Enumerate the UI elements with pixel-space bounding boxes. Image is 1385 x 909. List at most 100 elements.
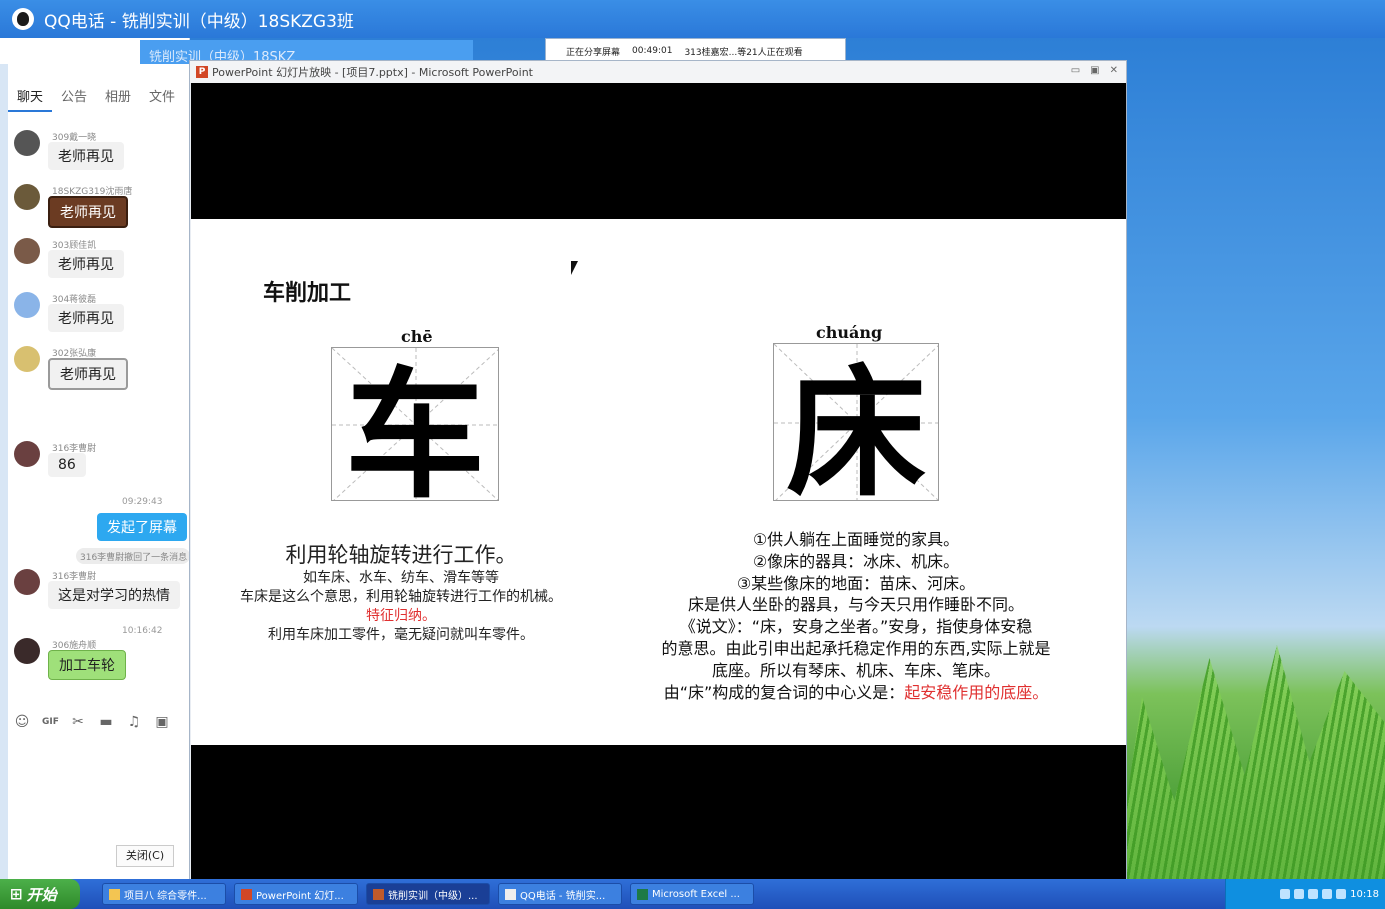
windows-flag-icon: ⊞	[10, 885, 23, 903]
tab-announcement[interactable]: 公告	[52, 80, 96, 112]
window-controls: ▭ ▣ ✕	[1071, 65, 1118, 76]
conclusion-prefix: 由“床”构成的复合词的中心义是：	[663, 682, 905, 702]
share-duration: 00:49:01	[632, 46, 673, 56]
avatar[interactable]	[14, 441, 40, 467]
avatar[interactable]	[14, 346, 40, 372]
che-line-red: 特征归纳。	[366, 608, 436, 624]
message-bubble[interactable]: 加工车轮	[48, 650, 126, 680]
ppt-titlebar: P PowerPoint 幻灯片放映 - [项目7.pptx] - Micros…	[190, 61, 1126, 83]
minimize-icon[interactable]: ▭	[1071, 65, 1080, 76]
message-bubble[interactable]: 86	[48, 453, 86, 477]
che-line: 利用车床加工零件，毫无疑问就叫车零件。	[268, 627, 534, 643]
taskbar-app-icon	[241, 888, 252, 900]
maximize-icon[interactable]: ▣	[1090, 65, 1099, 76]
recall-notice: 316李曹尉撤回了一条消息	[76, 548, 190, 564]
start-label: 开始	[26, 885, 57, 904]
chuang-line: 床是供人坐卧的器具，与今天只用作睡卧不同。	[687, 595, 1024, 615]
message-timestamp: 10:16:42	[122, 626, 163, 636]
chuang-line: ③某些像床的地面：苗床、河床。	[736, 573, 976, 593]
chat-toolbar: ☺ GIF ✂ ▬ ♫ ▣	[14, 714, 170, 730]
chuang-line: 底座。所以有琴床、机床、车床、笔床。	[711, 660, 1000, 680]
che-line: 车床是这么个意思，利用轮轴旋转进行工作的机械。	[240, 589, 562, 605]
chuang-line-conclusion: 由“床”构成的复合词的中心义是：起安稳作用的底座。	[611, 682, 1101, 704]
che-heading: 利用轮轴旋转进行工作。	[285, 543, 517, 567]
taskbar-item[interactable]: PowerPoint 幻灯...	[234, 883, 358, 905]
avatar[interactable]	[14, 638, 40, 664]
slideshow-area[interactable]: 车削加工 chē 车 chuáng 床 利用轮轴旋转进行工作。 如车床、水车、纺…	[191, 83, 1126, 880]
right-explanation: ①供人躺在上面睡觉的家具。 ②像床的器具：冰床、机床。 ③某些像床的地面：苗床、…	[611, 529, 1101, 703]
message-bubble[interactable]: 老师再见	[48, 250, 124, 278]
taskbar-app-icon	[373, 888, 384, 900]
tab-chat[interactable]: 聊天	[8, 80, 53, 112]
clock: 10:18	[1350, 888, 1379, 900]
pinyin-che: chē	[401, 327, 433, 346]
image-icon[interactable]: ▣	[154, 714, 170, 730]
taskbar-app-icon	[109, 888, 120, 900]
message-timestamp: 09:29:43	[122, 497, 163, 507]
message-bubble[interactable]: 老师再见	[48, 304, 124, 332]
close-icon[interactable]: ✕	[1110, 65, 1118, 76]
avatar[interactable]	[14, 569, 40, 595]
share-viewers[interactable]: 313桂嘉宏...等21人正在观看	[684, 45, 802, 58]
chuang-line: ②像床的器具：冰床、机床。	[752, 551, 960, 571]
left-explanation: 利用轮轴旋转进行工作。 如车床、水车、纺车、滑车等等 车床是这么个意思，利用轮轴…	[221, 541, 581, 645]
chuang-line: 的意思。由此引申出起承托稳定作用的东西,实际上就是	[661, 638, 1051, 658]
chat-tabs: 聊天 公告 相册 文件	[8, 80, 190, 112]
chuang-line: ①供人躺在上面睡觉的家具。	[752, 530, 960, 549]
system-tray: 10:18	[1225, 879, 1385, 909]
gif-icon[interactable]: GIF	[42, 714, 59, 730]
grass-decoration	[1115, 645, 1385, 879]
folder-icon[interactable]: ▬	[98, 714, 114, 730]
qq-penguin-icon	[12, 8, 34, 30]
conclusion-red: 起安稳作用的底座。	[904, 682, 1049, 702]
window-title: QQ电话 - 铣削实训（中级）18SKZG3班	[44, 11, 354, 32]
my-message-bubble[interactable]: 发起了屏幕	[97, 513, 187, 541]
avatar[interactable]	[14, 238, 40, 264]
taskbar-item-label: Microsoft Excel ...	[652, 888, 740, 900]
tab-files[interactable]: 文件	[140, 80, 184, 112]
char-box-che: 车	[331, 347, 499, 501]
taskbar-item[interactable]: QQ电话 - 铣削实...	[498, 883, 622, 905]
taskbar-item[interactable]: 铣削实训（中级）...	[366, 883, 490, 905]
message-bubble[interactable]: 老师再见	[48, 196, 128, 228]
chat-leftbar	[0, 64, 8, 879]
close-button[interactable]: 关闭(C)	[116, 845, 174, 867]
taskbar-app-icon	[505, 888, 516, 900]
tab-album[interactable]: 相册	[96, 80, 140, 112]
taskbar: ⊞ 开始 项目八 综合零件... PowerPoint 幻灯... 铣削实训（中级）…	[0, 879, 1385, 909]
music-icon[interactable]: ♫	[126, 714, 142, 730]
chuang-line: 《说文》：“床，安身之坐者。”安身，指使身体安稳	[679, 617, 1033, 637]
message-bubble[interactable]: 老师再见	[48, 142, 124, 170]
taskbar-app-icon	[637, 888, 648, 900]
share-status: 正在分享屏幕	[566, 47, 621, 58]
taskbar-item[interactable]: 项目八 综合零件...	[102, 883, 226, 905]
start-button[interactable]: ⊞ 开始	[0, 879, 80, 909]
avatar[interactable]	[14, 130, 40, 156]
keyboard-icon[interactable]	[1280, 889, 1291, 899]
slide-title: 车削加工	[263, 281, 352, 306]
avatar[interactable]	[14, 184, 40, 210]
ppt-window-title: PowerPoint 幻灯片放映 - [项目7.pptx] - Microsof…	[212, 66, 533, 79]
emoji-icon[interactable]: ☺	[14, 714, 30, 730]
taskbar-item-label: 铣削实训（中级）...	[388, 890, 478, 902]
char-chuang: 床	[785, 352, 926, 501]
powerpoint-icon: P	[196, 66, 208, 78]
taskbar-item[interactable]: Microsoft Excel ...	[630, 883, 754, 905]
message-bubble[interactable]: 老师再见	[48, 358, 128, 390]
network-icon[interactable]	[1308, 889, 1319, 899]
che-line: 如车床、水车、纺车、滑车等等	[303, 570, 499, 586]
security-icon[interactable]	[1336, 889, 1347, 899]
message-bubble[interactable]: 这是对学习的热情	[48, 581, 180, 609]
avatar[interactable]	[14, 292, 40, 318]
taskbar-item-label: QQ电话 - 铣削实...	[520, 890, 606, 902]
taskbar-item-label: PowerPoint 幻灯...	[256, 890, 344, 902]
char-che: 车	[344, 354, 485, 501]
scissors-icon[interactable]: ✂	[70, 714, 86, 730]
powerpoint-window: P PowerPoint 幻灯片放映 - [项目7.pptx] - Micros…	[189, 60, 1127, 880]
qq-tray-icon[interactable]	[1322, 889, 1333, 899]
battery-icon[interactable]	[1294, 889, 1305, 899]
qq-titlebar: QQ电话 - 铣削实训（中级）18SKZG3班	[0, 0, 1385, 38]
taskbar-item-label: 项目八 综合零件...	[124, 890, 207, 902]
pinyin-chuang: chuáng	[816, 323, 883, 342]
mouse-cursor-icon	[571, 261, 578, 275]
